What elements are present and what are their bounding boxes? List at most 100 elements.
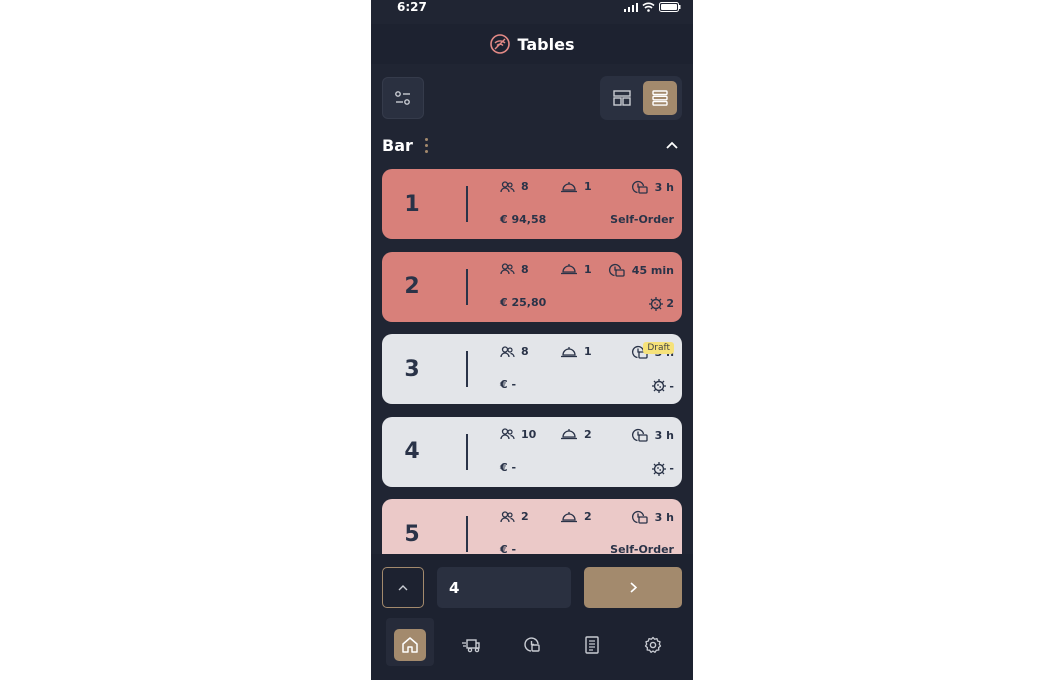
guests-count: 8 [521, 180, 529, 193]
guests-count: 2 [521, 510, 529, 523]
view-toggle [600, 76, 682, 120]
orders-count: 2 [584, 510, 592, 523]
orders-stat: 2 [560, 428, 592, 441]
guests-icon [500, 428, 515, 440]
orders-stat: 2 [560, 510, 592, 523]
table-number: 3 [404, 356, 420, 382]
guests-stat: 2 [500, 510, 529, 523]
guests-icon [500, 180, 515, 192]
duration-value: 3 h [654, 511, 674, 524]
guests-icon [500, 345, 515, 357]
battery-icon [659, 2, 681, 12]
duration-value: 45 min [631, 263, 674, 277]
card-divider [466, 516, 468, 552]
orders-count: 2 [584, 427, 592, 441]
table-status-label: Self-Order [610, 213, 674, 226]
table-number: 2 [404, 274, 420, 299]
orders-stat: 1 [560, 345, 592, 358]
bottom-tab-bar [371, 618, 693, 680]
delivery-icon [462, 639, 480, 653]
phone-screen: 6:27 Tables Bar 1 8 1 3 h € 94,58 Self-Order 2… [371, 0, 693, 680]
duration-value: 3 h [654, 428, 674, 442]
tab-home[interactable] [386, 624, 434, 666]
tab-receipts[interactable] [568, 624, 616, 666]
go-button[interactable] [584, 567, 682, 608]
table-number: 1 [404, 191, 420, 217]
timer-icon [608, 263, 625, 277]
tab-settings[interactable] [629, 624, 677, 666]
waiter-call-icon [649, 296, 664, 311]
status-bar: 6:27 [371, 0, 693, 16]
tab-timer[interactable] [508, 624, 556, 666]
guests-count: 10 [521, 427, 537, 441]
app-header: Tables [371, 24, 693, 64]
status-icons [624, 2, 681, 12]
waiter-call-icon [652, 461, 667, 476]
cloche-icon [561, 181, 577, 192]
filter-sliders-icon [395, 91, 410, 105]
orders-count: 1 [584, 345, 592, 358]
table-status: Self-Order [610, 213, 674, 226]
list-view-button[interactable] [643, 81, 677, 115]
duration-stat: 45 min [608, 263, 674, 278]
wifi-icon [642, 2, 655, 12]
waiter-call-icon [652, 379, 667, 393]
card-divider [466, 433, 468, 470]
wifi-off-logo-icon [489, 34, 510, 54]
cloche-icon [561, 511, 577, 522]
table-amount: € - [500, 543, 517, 554]
table-amount: € 25,80 [500, 295, 547, 309]
status-time: 6:27 [397, 0, 427, 14]
timer-icon [631, 180, 648, 194]
table-card[interactable]: 1 8 1 3 h € 94,58 Self-Order [382, 169, 682, 239]
table-number-input[interactable] [437, 567, 571, 608]
chevron-up-icon [398, 584, 408, 590]
guests-stat: 8 [500, 263, 529, 276]
toolbar [371, 76, 693, 120]
guests-count: 8 [521, 262, 529, 276]
card-divider [466, 351, 468, 387]
duration-stat: 3 h [631, 180, 674, 195]
chevron-right-icon [629, 582, 637, 593]
card-divider [466, 268, 468, 305]
table-amount: € - [500, 378, 517, 391]
bottom-controls [371, 554, 693, 620]
guests-icon [500, 263, 515, 275]
scroll-up-button[interactable] [382, 567, 424, 608]
orders-count: 1 [584, 262, 592, 276]
table-card[interactable]: 5 2 2 3 h € - Self-Order [382, 499, 682, 554]
page-title: Tables [517, 34, 575, 54]
table-number: 5 [404, 521, 420, 547]
duration-stat: 3 h [631, 428, 674, 443]
table-status-label: 2 [666, 297, 674, 310]
list-layout-icon [652, 90, 668, 106]
filter-button[interactable] [382, 77, 424, 119]
signal-icon [624, 2, 638, 12]
card-divider [466, 186, 468, 222]
table-card[interactable]: 4 10 2 3 h € - - [382, 416, 682, 487]
table-card[interactable]: 2 8 1 45 min € 25,80 2 [382, 251, 682, 322]
cloche-icon [561, 346, 577, 357]
timer-icon [631, 510, 648, 524]
cloche-icon [561, 264, 577, 275]
section-menu-icon[interactable] [424, 137, 428, 153]
chevron-up-icon[interactable] [666, 141, 678, 149]
table-number: 4 [404, 439, 420, 464]
timer-icon [524, 637, 540, 652]
draft-badge: Draft [643, 342, 674, 354]
orders-count: 1 [584, 180, 592, 193]
grid-view-button[interactable] [605, 81, 639, 115]
duration-stat: 3 h [631, 510, 674, 525]
cloche-icon [561, 429, 577, 440]
table-card[interactable]: 3813 h€ --Draft [382, 334, 682, 404]
home-icon [402, 637, 418, 653]
guests-icon [500, 510, 515, 522]
guests-count: 8 [521, 345, 529, 358]
duration-value: 3 h [654, 181, 674, 194]
table-list: 1813 h € 94,58 Self-Order 2 8 1 45 min € 25,80 2… [371, 168, 693, 554]
section-title: Bar [382, 135, 413, 155]
table-status: - [651, 461, 674, 477]
tab-delivery[interactable] [447, 624, 495, 666]
timer-icon [631, 428, 648, 442]
table-amount: € 94,58 [500, 213, 547, 226]
